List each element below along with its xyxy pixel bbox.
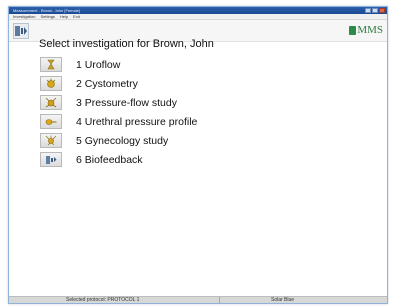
investigation-item-cystometry[interactable]: 2 Cystometry [40,74,280,93]
title-bar: Measurement - Brown, John [Female] [9,7,387,14]
page-title: Select investigation for Brown, John [39,38,214,50]
window-controls [365,8,385,13]
pressure-flow-icon [40,95,62,110]
status-divider [219,297,220,303]
uroflow-icon [40,57,62,72]
investigation-label: 2 Cystometry [76,77,138,90]
cystometry-icon [40,76,62,91]
investigation-item-biofeedback[interactable]: 6 Biofeedback [40,150,280,169]
investigation-list: 1 Uroflow 2 Cystometry 3 Pressure-flow s… [40,55,280,169]
application-window: Measurement - Brown, John [Female] Inves… [8,6,388,304]
selected-protocol: Selected protocol: PROTOCOL 1 [66,297,140,303]
investigation-item-urethral-profile[interactable]: 4 Urethral pressure profile [40,112,280,131]
brand-logo: MMS [349,24,383,36]
gynecology-icon [40,133,62,148]
biofeedback-icon [40,152,62,167]
menu-help[interactable]: Help [60,14,68,19]
menu-exit[interactable]: Exit [73,14,80,19]
investigation-item-pressure-flow[interactable]: 3 Pressure-flow study [40,93,280,112]
close-button[interactable] [379,8,385,13]
status-bar: Selected protocol: PROTOCOL 1 Solar Blue [9,296,387,303]
menu-investigation[interactable]: Investigation [13,14,35,19]
maximize-button[interactable] [372,8,378,13]
investigation-label: 5 Gynecology study [76,134,169,147]
patient-toolbar-button[interactable] [13,23,29,39]
investigation-label: 3 Pressure-flow study [76,96,177,109]
menu-settings[interactable]: Settings [40,14,54,19]
investigation-item-uroflow[interactable]: 1 Uroflow [40,55,280,74]
investigation-label: 4 Urethral pressure profile [76,115,198,128]
device-name: Solar Blue [271,297,295,303]
patient-icon [15,26,27,36]
minimize-button[interactable] [365,8,371,13]
window-title: Measurement - Brown, John [Female] [13,8,80,13]
brand-name: MMS [357,24,383,36]
investigation-label: 1 Uroflow [76,58,121,71]
investigation-item-gynecology[interactable]: 5 Gynecology study [40,131,280,150]
investigation-label: 6 Biofeedback [76,153,143,166]
urethral-profile-icon [40,114,62,129]
logo-mark-icon [349,25,357,35]
